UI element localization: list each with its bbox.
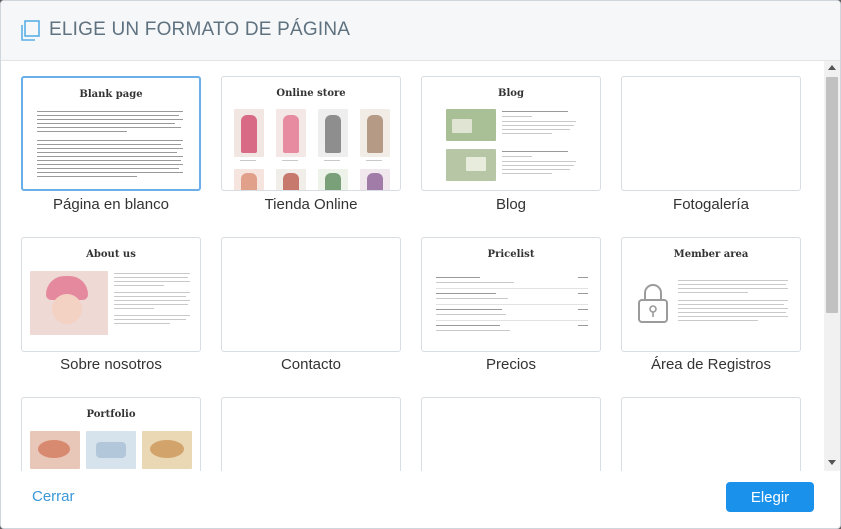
vertical-scrollbar[interactable] bbox=[824, 61, 840, 471]
template-card-empty-2[interactable] bbox=[421, 397, 601, 471]
choose-button[interactable]: Elegir bbox=[726, 482, 814, 512]
dialog-title: ELIGE UN FORMATO DE PÁGINA bbox=[49, 19, 351, 40]
template-card-blank-page[interactable]: Blank page bbox=[21, 76, 201, 191]
lock-icon bbox=[638, 284, 668, 323]
close-button[interactable]: Cerrar bbox=[32, 488, 75, 505]
template-card-photo-gallery[interactable] bbox=[621, 76, 801, 191]
template-label-about-us: Sobre nosotros bbox=[60, 356, 162, 373]
thumb-title: Member area bbox=[673, 249, 749, 260]
template-label-blog: Blog bbox=[495, 196, 527, 213]
template-label-member-area: Área de Registros bbox=[650, 356, 772, 373]
thumb-title: Portfolio bbox=[86, 409, 136, 420]
template-card-contact[interactable] bbox=[221, 237, 401, 352]
template-label-contact: Contacto bbox=[280, 356, 342, 373]
dialog-header: ELIGE UN FORMATO DE PÁGINA bbox=[1, 1, 840, 61]
template-card-pricelist[interactable]: Pricelist bbox=[421, 237, 601, 352]
thumb-title: About us bbox=[86, 249, 136, 260]
template-card-empty-1[interactable] bbox=[221, 397, 401, 471]
choose-page-format-dialog: ELIGE UN FORMATO DE PÁGINA Blank page On… bbox=[0, 0, 841, 529]
template-card-blog[interactable]: Blog bbox=[421, 76, 601, 191]
template-card-member-area[interactable]: Member area bbox=[621, 237, 801, 352]
template-card-about-us[interactable]: About us bbox=[21, 237, 201, 352]
scroll-down-arrow-icon[interactable] bbox=[828, 460, 836, 465]
thumb-title: Online store bbox=[276, 88, 346, 99]
template-label-online-store: Tienda Online bbox=[264, 196, 358, 213]
template-card-empty-3[interactable] bbox=[621, 397, 801, 471]
template-grid[interactable]: Blank page Online store Blog Página en b… bbox=[1, 61, 823, 471]
scrollbar-thumb[interactable] bbox=[826, 77, 838, 313]
dialog-footer: Cerrar Elegir bbox=[1, 471, 840, 528]
thumb-title: Pricelist bbox=[487, 249, 535, 260]
template-label-blank-page: Página en blanco bbox=[53, 196, 169, 213]
thumb-title: Blank page bbox=[79, 89, 143, 100]
thumb-title: Blog bbox=[498, 88, 524, 99]
copy-pages-icon bbox=[21, 20, 40, 41]
scroll-up-arrow-icon[interactable] bbox=[828, 65, 836, 70]
template-label-pricelist: Precios bbox=[485, 356, 537, 373]
template-label-photo-gallery: Fotogalería bbox=[673, 196, 749, 213]
template-card-portfolio[interactable]: Portfolio bbox=[21, 397, 201, 471]
template-card-online-store[interactable]: Online store bbox=[221, 76, 401, 191]
